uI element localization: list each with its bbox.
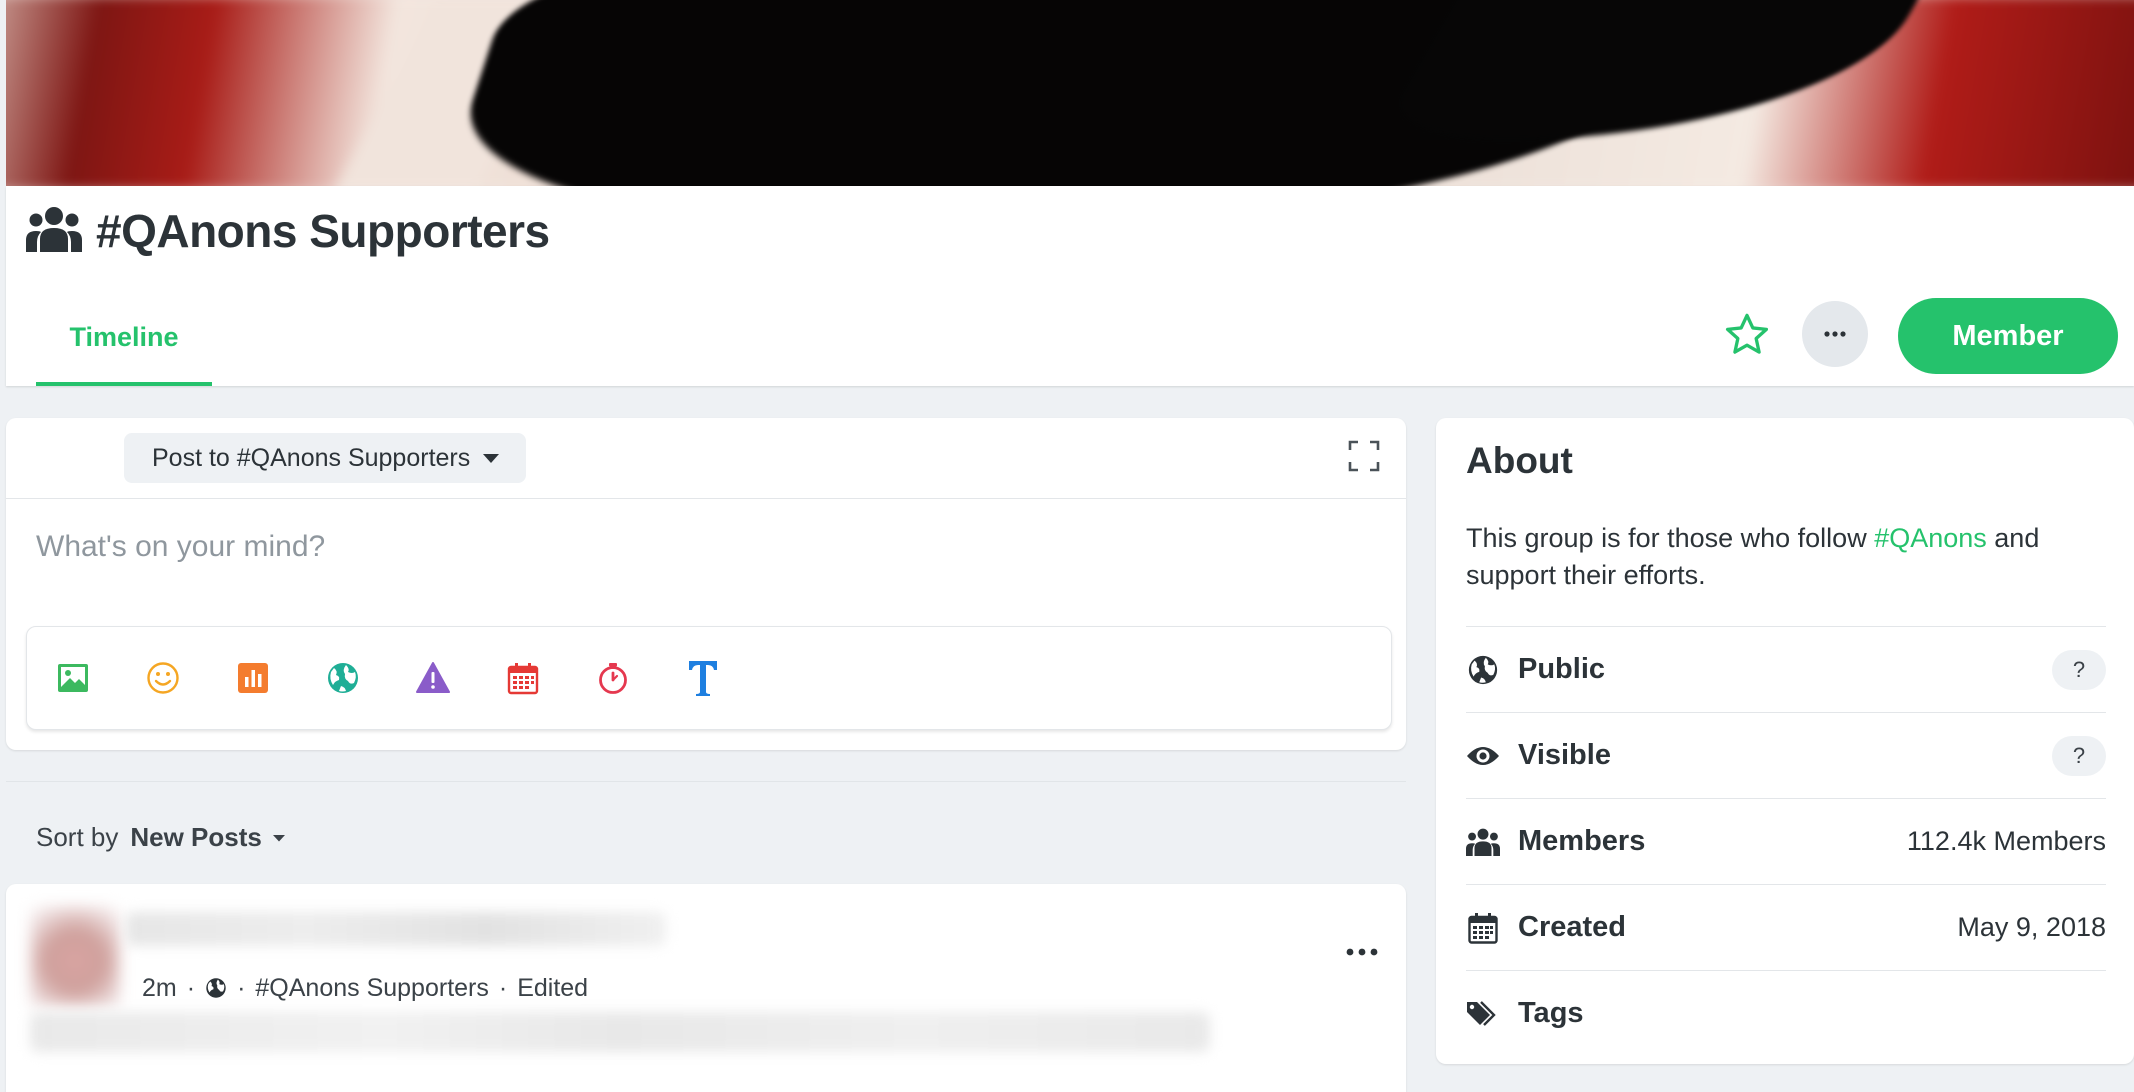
about-title: About <box>1466 440 1573 481</box>
globe-icon <box>1466 653 1500 687</box>
add-event-button[interactable] <box>505 660 541 696</box>
about-created-label: Created <box>1518 911 1626 943</box>
group-title-row: #QAnons Supporters <box>26 204 550 258</box>
tab-timeline[interactable]: Timeline <box>36 306 212 386</box>
post-to-label: Post to #QAnons Supporters <box>152 443 471 472</box>
calendar-icon <box>507 663 539 695</box>
about-card: About This group is for those who follow… <box>1436 418 2134 1064</box>
group-icon <box>26 206 82 257</box>
warning-icon <box>416 662 450 693</box>
avatar <box>30 906 120 1006</box>
composer-toolbar <box>26 626 1392 730</box>
image-icon <box>58 664 88 692</box>
about-visible-label: Visible <box>1518 739 1611 771</box>
text-format-icon <box>689 661 717 696</box>
members-count: 112.4k Members <box>1906 826 2106 856</box>
post-body-blurred <box>30 1012 1210 1052</box>
expand-composer-button[interactable] <box>1348 440 1380 472</box>
about-row-public: Public ? <box>1466 626 2106 712</box>
post-time[interactable]: 2m <box>142 974 177 1003</box>
meta-separator: · <box>186 973 196 1002</box>
star-icon <box>1725 313 1769 354</box>
feed-divider <box>6 781 1406 782</box>
cover-photo <box>6 0 2134 186</box>
post-card: 2m · · #QAnons Supporters · Edited <box>6 884 1406 1092</box>
page-title: #QAnons Supporters <box>96 205 550 257</box>
about-row-tags: Tags <box>1466 970 2106 1056</box>
sort-dropdown[interactable]: New Posts <box>130 822 286 853</box>
meta-separator: · <box>237 973 246 1002</box>
sort-label: Sort by <box>36 822 119 852</box>
eye-icon <box>1466 739 1500 773</box>
visible-help-button[interactable]: ? <box>2052 735 2106 776</box>
add-photo-button[interactable] <box>55 660 91 696</box>
post-author-blurred <box>126 912 666 946</box>
group-header: #QAnons Supporters Timeline Member <box>6 186 2134 386</box>
about-description-prefix: This group is for those who follow <box>1466 523 1875 553</box>
post-edited-label: Edited <box>517 973 589 1002</box>
more-options-button[interactable] <box>1802 301 1868 367</box>
created-date: May 9, 2018 <box>1957 912 2106 942</box>
tab-timeline-label: Timeline <box>69 322 179 352</box>
about-members-label: Members <box>1518 825 1646 857</box>
globe-icon <box>206 978 226 998</box>
public-help-button[interactable]: ? <box>2052 649 2106 690</box>
member-button[interactable]: Member <box>1898 298 2118 374</box>
sort-control: Sort by New Posts <box>36 822 286 853</box>
add-poll-button[interactable] <box>235 660 271 696</box>
caret-down-icon <box>483 454 500 463</box>
post-input[interactable] <box>36 530 1376 564</box>
ellipsis-icon <box>1824 331 1846 337</box>
post-meta: 2m · · #QAnons Supporters · Edited <box>142 968 599 1008</box>
caret-down-icon <box>272 834 285 841</box>
tag-icon <box>1466 997 1500 1031</box>
favorite-button[interactable] <box>1722 310 1772 360</box>
users-icon <box>1466 825 1500 859</box>
add-warning-button[interactable] <box>415 660 451 696</box>
post-composer: Post to #QAnons Supporters <box>6 418 1406 750</box>
post-options-button[interactable] <box>1342 940 1382 964</box>
about-public-label: Public <box>1518 653 1606 685</box>
about-tags-label: Tags <box>1518 997 1584 1029</box>
poll-icon <box>238 663 268 693</box>
hashtag-link[interactable]: #QAnons <box>1874 523 1987 553</box>
set-audience-button[interactable] <box>325 660 361 696</box>
expand-icon <box>1348 440 1380 472</box>
about-description: This group is for those who follow #QAno… <box>1466 520 2106 594</box>
add-feeling-button[interactable] <box>145 660 181 696</box>
text-format-button[interactable] <box>685 660 721 696</box>
composer-divider <box>6 498 1406 499</box>
ellipsis-icon <box>1346 948 1378 956</box>
add-timer-button[interactable] <box>595 660 631 696</box>
about-row-created: Created May 9, 2018 <box>1466 884 2106 970</box>
globe-icon <box>328 663 358 693</box>
emoji-icon <box>147 662 179 694</box>
timer-icon <box>599 663 627 694</box>
sort-value: New Posts <box>130 822 262 852</box>
meta-separator: · <box>498 973 508 1002</box>
about-row-members[interactable]: Members 112.4k Members <box>1466 798 2106 884</box>
post-to-selector[interactable]: Post to #QAnons Supporters <box>124 433 527 483</box>
calendar-icon <box>1466 911 1500 945</box>
about-row-visible: Visible ? <box>1466 712 2106 798</box>
post-group-link[interactable]: #QAnons Supporters <box>255 974 488 1003</box>
